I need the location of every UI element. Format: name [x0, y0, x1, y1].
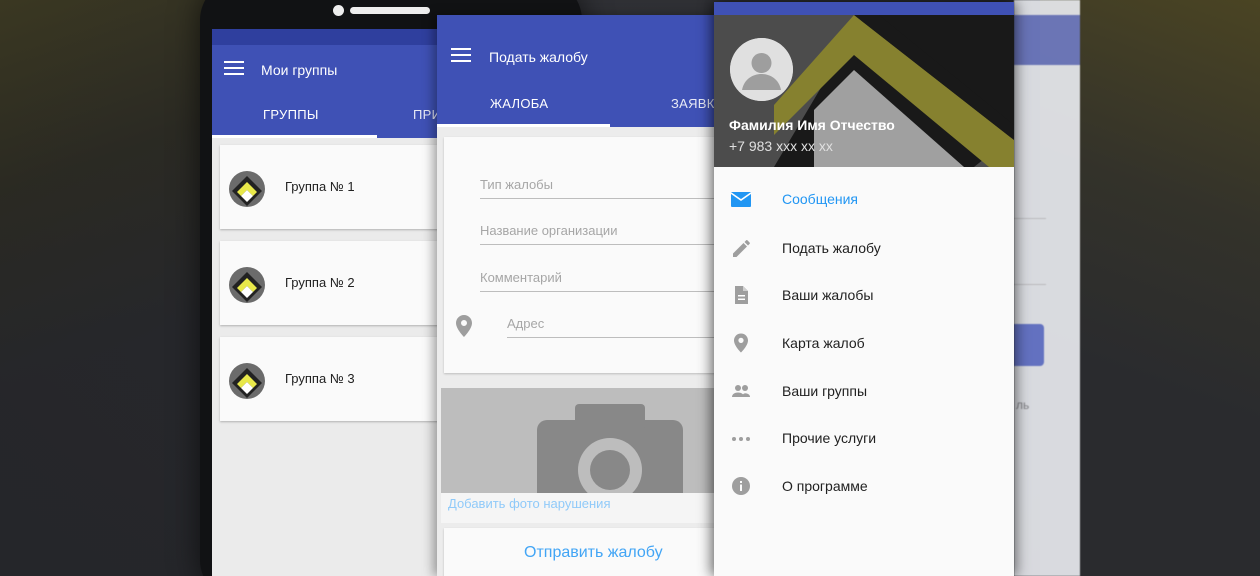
drawer-item-label: Прочие услуги [782, 430, 877, 446]
group-logo-icon [229, 171, 265, 207]
drawer-item-other-services[interactable]: Прочие услуги [714, 417, 1014, 461]
organization-name-field[interactable]: Название организации [480, 221, 719, 245]
pencil-icon [733, 240, 750, 257]
drawer-item-about[interactable]: О программе [714, 465, 1014, 509]
location-pin-icon [456, 315, 472, 337]
group-logo-icon [229, 363, 265, 399]
groups-screen: Мои группы ГРУППЫ ПРИ Группа № 1 Группа … [212, 29, 452, 576]
address-field[interactable]: Адрес [507, 314, 719, 338]
tab-complaint[interactable]: ЖАЛОБА [490, 96, 548, 111]
background-blurred-screen: ль [1014, 0, 1080, 576]
page-title: Подать жалобу [489, 49, 588, 65]
info-icon [732, 477, 750, 495]
comment-field[interactable]: Комментарий [480, 268, 719, 292]
drawer-item-label: Подать жалобу [782, 240, 881, 256]
status-bar [212, 29, 452, 45]
group-list-item[interactable]: Группа № 2 [220, 241, 452, 325]
mail-icon [730, 192, 752, 207]
hamburger-menu-icon[interactable] [451, 48, 471, 62]
group-logo-icon [229, 267, 265, 303]
tab-groups[interactable]: ГРУППЫ [263, 107, 319, 122]
phone-speaker [350, 7, 430, 14]
status-bar [714, 2, 1014, 15]
map-pin-icon [734, 333, 748, 353]
drawer-item-label: Карта жалоб [782, 335, 865, 351]
group-name: Группа № 3 [285, 371, 355, 386]
drawer-item-complaints-map[interactable]: Карта жалоб [714, 322, 1014, 366]
complaint-type-field[interactable]: Тип жалобы [480, 175, 719, 199]
tab-indicator [212, 135, 377, 138]
group-list-item[interactable]: Группа № 1 [220, 145, 452, 229]
user-name: Фамилия Имя Отчество [729, 117, 895, 133]
avatar[interactable] [730, 38, 793, 101]
app-bar: Подать жалобу ЖАЛОБА ЗАЯВК [437, 15, 719, 127]
user-placeholder-icon [730, 38, 793, 101]
drawer-item-submit-complaint[interactable]: Подать жалобу [714, 227, 1014, 271]
drawer-item-label: Ваши группы [782, 383, 868, 399]
navigation-drawer: Фамилия Имя Отчество +7 983 xxx xx xx Со… [714, 2, 1014, 576]
group-name: Группа № 2 [285, 275, 355, 290]
tab-requests[interactable]: ЗАЯВК [671, 96, 715, 111]
more-icon [732, 437, 750, 441]
camera-icon [537, 404, 683, 504]
user-phone: +7 983 xxx xx xx [729, 138, 833, 154]
drawer-item-messages[interactable]: Сообщения [714, 178, 1014, 222]
app-bar: Мои группы ГРУППЫ ПРИ [212, 45, 452, 138]
drawer-item-label: Сообщения [782, 191, 858, 207]
submit-complaint-button[interactable]: Отправить жалобу [444, 528, 719, 576]
add-photo-link[interactable]: Добавить фото нарушения [448, 496, 611, 511]
page-title: Мои группы [261, 62, 338, 78]
background-left [0, 0, 210, 576]
submit-complaint-label: Отправить жалобу [524, 544, 663, 561]
blurred-text: ль [1016, 398, 1030, 412]
group-list-item[interactable]: Группа № 3 [220, 337, 452, 421]
tab-indicator [437, 124, 610, 127]
drawer-item-your-complaints[interactable]: Ваши жалобы [714, 274, 1014, 318]
drawer-item-label: О программе [782, 478, 868, 494]
drawer-item-label: Ваши жалобы [782, 287, 874, 303]
phone-camera [333, 5, 344, 16]
complaint-screen: Подать жалобу ЖАЛОБА ЗАЯВК Тип жалобы На… [437, 15, 719, 576]
hamburger-menu-icon[interactable] [224, 61, 244, 75]
drawer-item-your-groups[interactable]: Ваши группы [714, 370, 1014, 414]
drawer-header: Фамилия Имя Отчество +7 983 xxx xx xx [714, 15, 1014, 167]
group-name: Группа № 1 [285, 179, 355, 194]
document-icon [735, 286, 748, 304]
complaint-form: Тип жалобы Название организации Коммента… [444, 137, 719, 373]
people-icon [732, 385, 750, 397]
